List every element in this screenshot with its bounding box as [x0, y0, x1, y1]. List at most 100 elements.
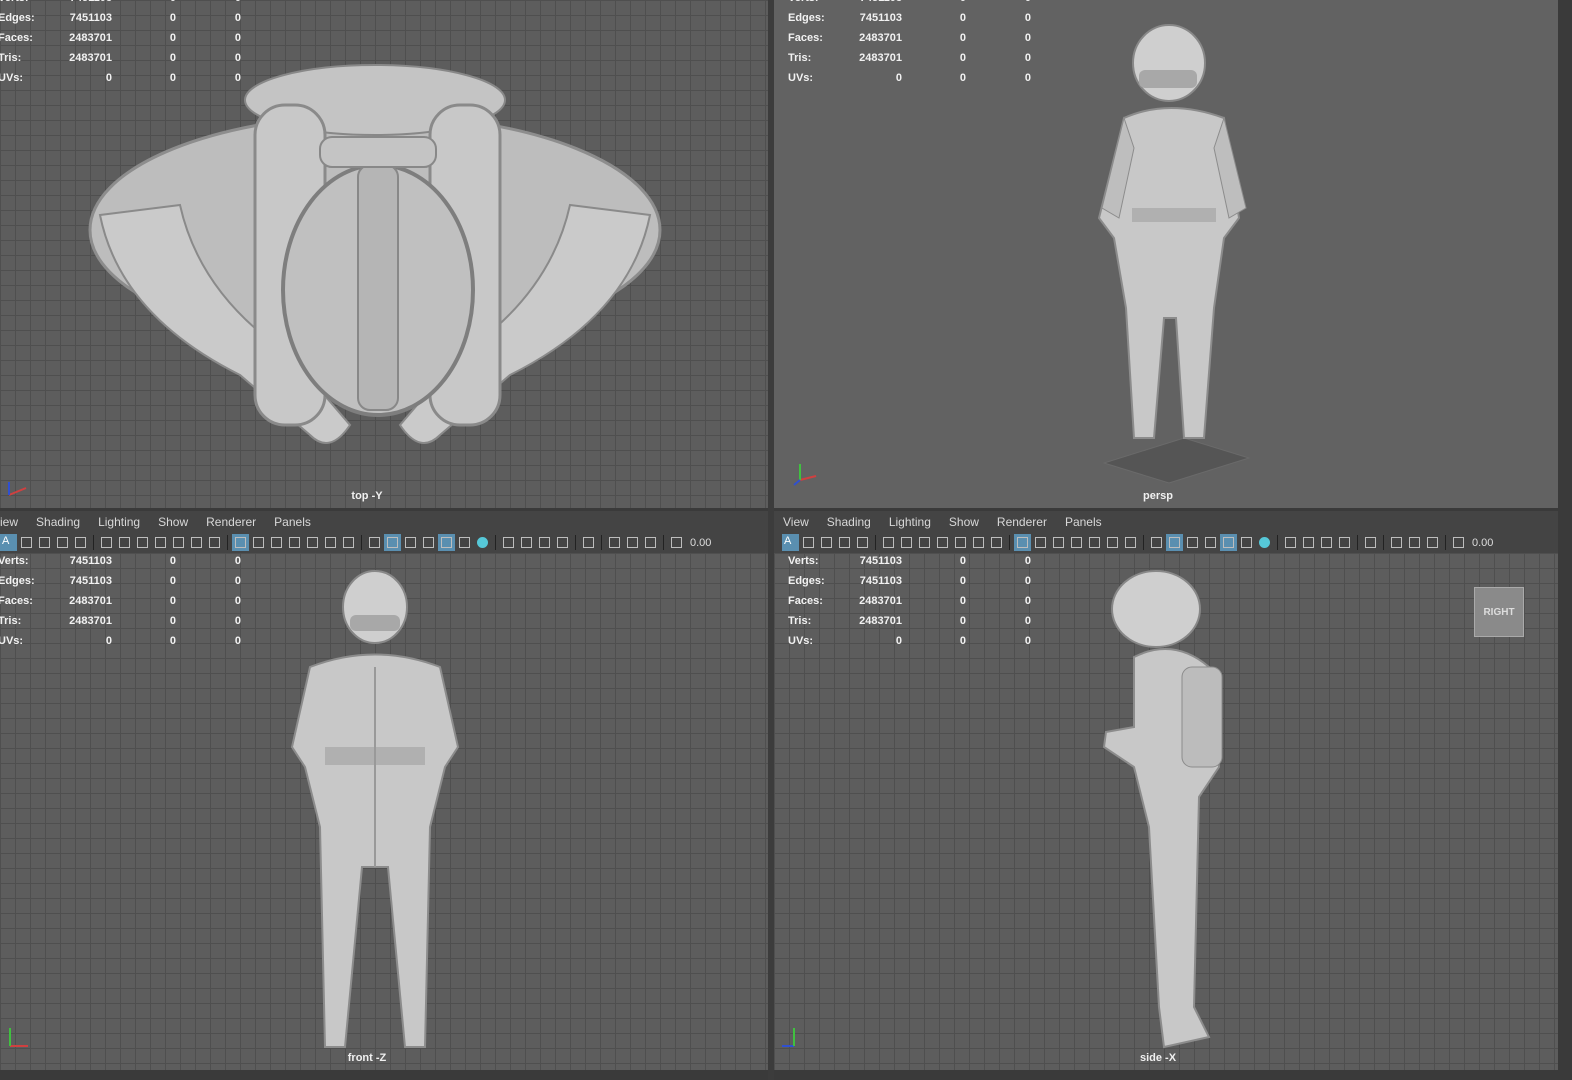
exposure-icon[interactable]	[668, 534, 685, 551]
panel-menu: View Shading Lighting Show Renderer Pane…	[774, 511, 1558, 532]
default-material-icon[interactable]	[286, 534, 303, 551]
motion-blur-icon[interactable]	[518, 534, 535, 551]
front-viewport[interactable]: Verts: 7451103 0 0 Edges: 7451103 0 0 Faces: 24…	[0, 553, 768, 1070]
select-camera-icon[interactable]: A	[0, 534, 17, 551]
gate-mask-icon[interactable]	[934, 534, 951, 551]
xray-icon[interactable]	[1104, 534, 1121, 551]
film-gate-icon[interactable]	[116, 534, 133, 551]
safe-action-icon[interactable]	[188, 534, 205, 551]
menu-panels[interactable]: Panels	[1056, 511, 1111, 532]
cube-shade-icon[interactable]	[1148, 534, 1165, 551]
exposure-icon[interactable]	[1450, 534, 1467, 551]
resolution-gate-icon[interactable]	[916, 534, 933, 551]
light-icon[interactable]	[456, 534, 473, 551]
poly-count-hud: Verts:745110300 Edges:745110300 Faces:24…	[0, 553, 241, 651]
light-icon[interactable]	[1238, 534, 1255, 551]
smooth-shade-all-icon[interactable]	[384, 534, 401, 551]
bookmark-icon[interactable]	[36, 534, 53, 551]
resolution-gate-icon[interactable]	[134, 534, 151, 551]
safe-title-icon[interactable]	[206, 534, 223, 551]
menu-view[interactable]: iew	[0, 511, 27, 532]
persp-viewport[interactable]: Verts:745110300 Edges:745110300 Faces:24…	[774, 0, 1558, 508]
hud-row-edges: Edges: 7451103 0 0	[788, 12, 1031, 24]
camera-label: front -Z	[347, 1052, 387, 1064]
menu-view[interactable]: View	[774, 511, 818, 532]
antialiasing-icon[interactable]	[536, 534, 553, 551]
pilot-model-front[interactable]	[280, 567, 470, 1057]
wireframe-on-shaded-icon[interactable]	[1086, 534, 1103, 551]
xray-joints-icon[interactable]	[1122, 534, 1139, 551]
safe-title-icon[interactable]	[988, 534, 1005, 551]
gate-mask-icon[interactable]	[152, 534, 169, 551]
camera-attributes-icon[interactable]	[98, 534, 115, 551]
menu-shading[interactable]: Shading	[818, 511, 880, 532]
default-material-icon[interactable]	[1068, 534, 1085, 551]
isolate-icon[interactable]	[580, 534, 597, 551]
pilot-model-side[interactable]	[1094, 567, 1234, 1057]
axis-gizmo-icon	[782, 1028, 795, 1047]
isolate-select-icon[interactable]	[1256, 534, 1273, 551]
smooth-shade-icon[interactable]	[1050, 534, 1067, 551]
image-plane-icon[interactable]	[836, 534, 853, 551]
grease-pencil-icon[interactable]	[72, 534, 89, 551]
hud-icon[interactable]	[1388, 534, 1405, 551]
side-viewport[interactable]: Verts: 7451103 0 0 Edges: 7451103 0 0 Faces: 24…	[774, 553, 1558, 1070]
wireframe-on-shaded-icon[interactable]	[304, 534, 321, 551]
multi-sample-icon[interactable]	[1406, 534, 1423, 551]
exposure-field[interactable]: 0.00	[686, 537, 715, 549]
grid-toggle-icon[interactable]	[232, 534, 249, 551]
use-lights-icon[interactable]	[1184, 534, 1201, 551]
pilot-model-persp[interactable]	[1084, 18, 1264, 488]
bookmark-icon[interactable]	[818, 534, 835, 551]
menu-shading[interactable]: Shading	[27, 511, 89, 532]
safe-action-icon[interactable]	[970, 534, 987, 551]
lock-camera-icon[interactable]	[18, 534, 35, 551]
select-camera-icon[interactable]: A	[782, 534, 799, 551]
isolate-select-icon[interactable]	[474, 534, 491, 551]
toolbar-separator	[1277, 535, 1278, 550]
grease-pencil-icon[interactable]	[854, 534, 871, 551]
lock-camera-icon[interactable]	[800, 534, 817, 551]
antialiasing-icon[interactable]	[1318, 534, 1335, 551]
pilot-model-top[interactable]	[80, 55, 680, 475]
top-viewport[interactable]: Verts:745110300 Edges:745110300 Faces:24…	[0, 0, 768, 508]
wireframe-icon[interactable]	[1032, 534, 1049, 551]
multi-sample-icon[interactable]	[624, 534, 641, 551]
field-chart-icon[interactable]	[170, 534, 187, 551]
wireframe-icon[interactable]	[250, 534, 267, 551]
depth-of-field-icon[interactable]	[554, 534, 571, 551]
xray-joints-icon[interactable]	[340, 534, 357, 551]
cube-shade-icon[interactable]	[366, 534, 383, 551]
smooth-shade-all-icon[interactable]	[1166, 534, 1183, 551]
use-lights-icon[interactable]	[402, 534, 419, 551]
menu-renderer[interactable]: Renderer	[988, 511, 1056, 532]
grid-toggle-icon[interactable]	[1014, 534, 1031, 551]
film-gate-icon[interactable]	[898, 534, 915, 551]
smooth-shade-icon[interactable]	[268, 534, 285, 551]
shadows-icon[interactable]	[438, 534, 455, 551]
xray-icon[interactable]	[322, 534, 339, 551]
snap-icon[interactable]	[642, 534, 659, 551]
menu-panels[interactable]: Panels	[265, 511, 320, 532]
motion-blur-icon[interactable]	[1300, 534, 1317, 551]
ambient-occlusion-icon[interactable]	[500, 534, 517, 551]
menu-renderer[interactable]: Renderer	[197, 511, 265, 532]
shadows-icon[interactable]	[1220, 534, 1237, 551]
textured-icon[interactable]	[420, 534, 437, 551]
hud-row-faces: Faces: 2483701 0 0	[0, 595, 241, 607]
textured-icon[interactable]	[1202, 534, 1219, 551]
menu-lighting[interactable]: Lighting	[880, 511, 940, 532]
image-plane-icon[interactable]	[54, 534, 71, 551]
menu-show[interactable]: Show	[940, 511, 988, 532]
field-chart-icon[interactable]	[952, 534, 969, 551]
isolate-icon[interactable]	[1362, 534, 1379, 551]
exposure-field[interactable]: 0.00	[1468, 537, 1497, 549]
camera-attributes-icon[interactable]	[880, 534, 897, 551]
view-cube[interactable]: RIGHT	[1474, 587, 1524, 637]
depth-of-field-icon[interactable]	[1336, 534, 1353, 551]
ambient-occlusion-icon[interactable]	[1282, 534, 1299, 551]
hud-icon[interactable]	[606, 534, 623, 551]
menu-lighting[interactable]: Lighting	[89, 511, 149, 532]
menu-show[interactable]: Show	[149, 511, 197, 532]
snap-icon[interactable]	[1424, 534, 1441, 551]
